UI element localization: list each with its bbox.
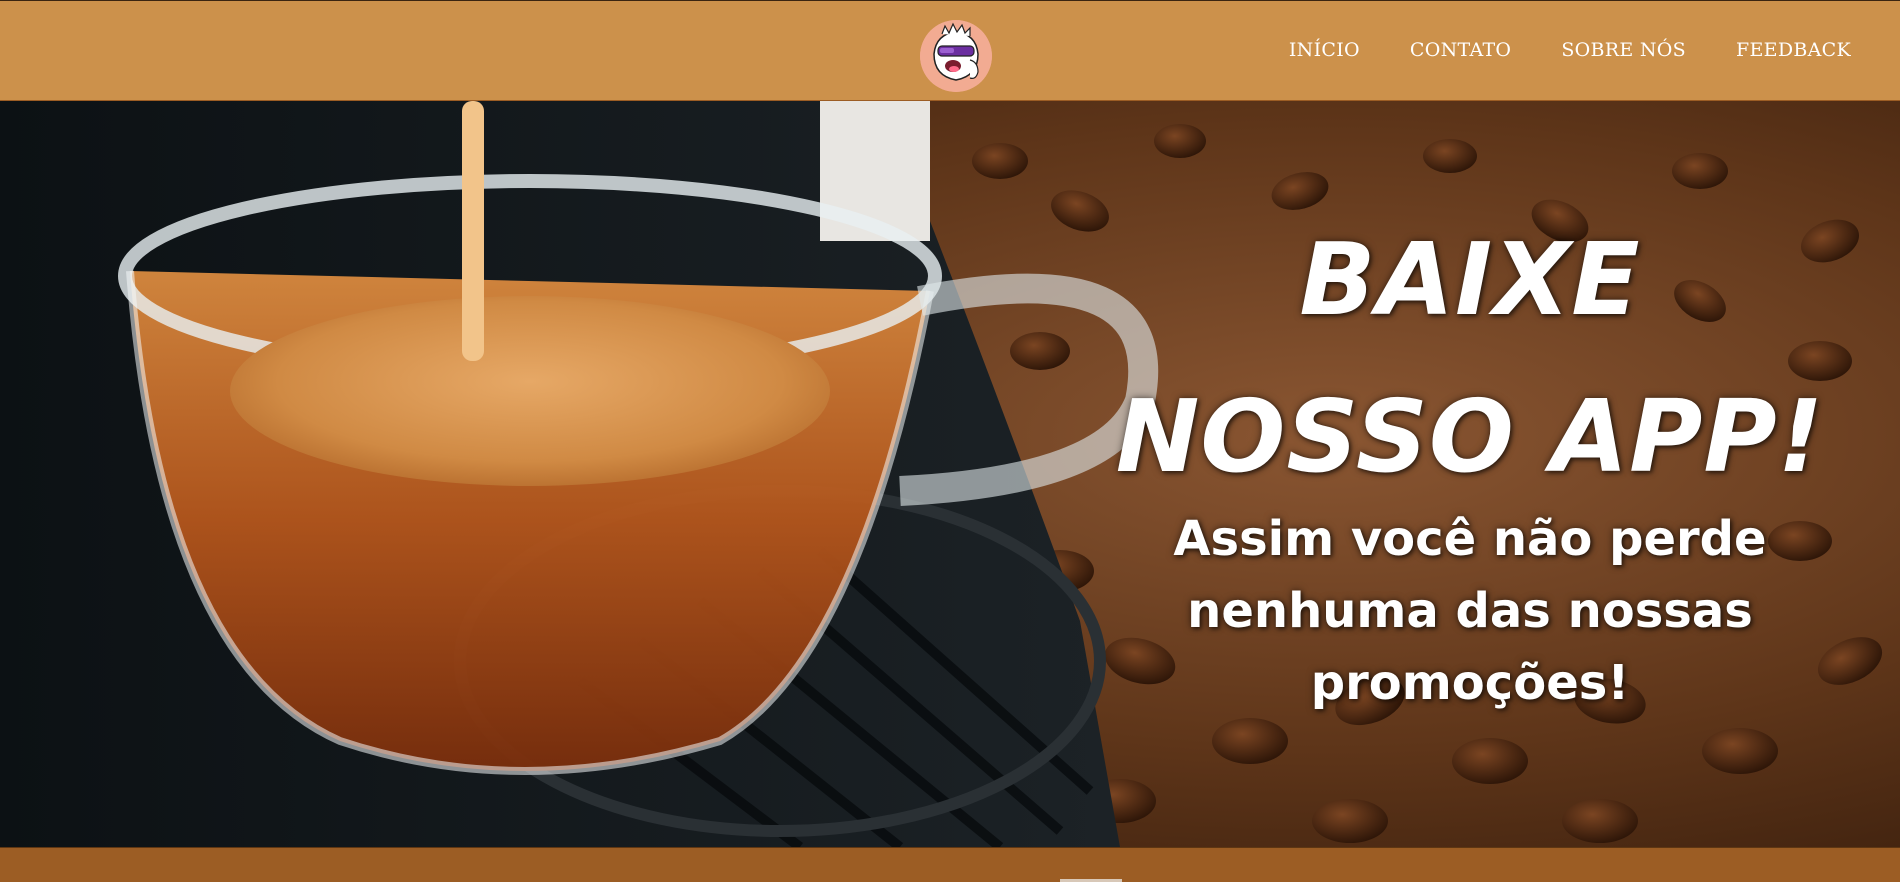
mascot-icon <box>920 20 992 92</box>
headline-line-2: NOSSO APP! <box>1115 378 1825 495</box>
nav-sobre-nos-link[interactable]: SOBRE NÓS <box>1561 39 1686 61</box>
main-nav: INÍCIO CONTATO SOBRE NÓS FEEDBACK <box>1289 39 1851 61</box>
promo-banner[interactable]: BAIXE NOSSO APP! Assim você não perde ne… <box>0 101 1900 847</box>
promo-text: BAIXE NOSSO APP! Assim você não perde ne… <box>1060 201 1880 719</box>
footer-strip <box>0 847 1900 882</box>
brand-logo[interactable] <box>920 20 992 92</box>
nav-feedback-link[interactable]: FEEDBACK <box>1736 39 1851 61</box>
site-header: INÍCIO CONTATO SOBRE NÓS FEEDBACK <box>0 0 1900 100</box>
nav-inicio-link[interactable]: INÍCIO <box>1289 39 1360 61</box>
promo-subtitle: Assim você não perde nenhuma das nossas … <box>1173 511 1767 711</box>
nav-contato-link[interactable]: CONTATO <box>1410 39 1511 61</box>
promo-headline: BAIXE NOSSO APP! <box>1060 201 1880 515</box>
headline-line-1: BAIXE <box>1299 221 1641 338</box>
